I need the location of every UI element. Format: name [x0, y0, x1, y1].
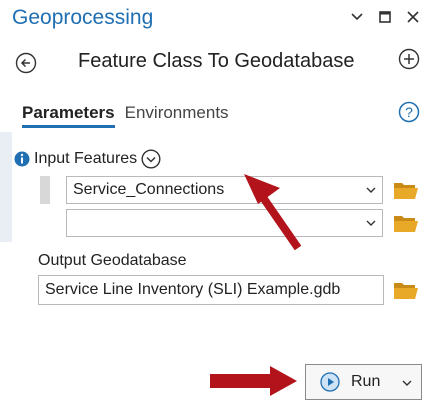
tab-environments[interactable]: Environments: [125, 103, 229, 128]
back-arrow-icon[interactable]: [14, 51, 38, 75]
input-features-value-1: Service_Connections: [73, 181, 225, 198]
input-features-label: Input Features: [34, 150, 138, 167]
left-edge-strip: [0, 132, 12, 242]
pane-title: Geoprocessing: [12, 6, 154, 29]
folder-icon[interactable]: [393, 279, 419, 301]
info-icon[interactable]: [14, 151, 30, 167]
window-controls: [348, 8, 422, 26]
tool-header: Feature Class To Geodatabase: [14, 48, 422, 78]
geoprocessing-pane: Geoprocessing Feature Class To Geodataba…: [0, 0, 422, 404]
input-features-combo-1[interactable]: Service_Connections: [66, 176, 383, 204]
folder-icon[interactable]: [393, 212, 419, 234]
play-icon: [320, 372, 340, 392]
restore-icon[interactable]: [376, 8, 394, 26]
chevron-down-icon[interactable]: [364, 216, 378, 230]
input-features-label-row: Input Features: [14, 149, 161, 169]
output-geodatabase-field[interactable]: Service Line Inventory (SLI) Example.gdb: [38, 275, 384, 305]
folder-icon[interactable]: [393, 179, 419, 201]
help-icon[interactable]: ?: [398, 101, 422, 125]
chevron-down-icon[interactable]: [348, 8, 366, 26]
chevron-down-circle-icon[interactable]: [141, 149, 161, 169]
chevron-down-icon[interactable]: [401, 376, 413, 388]
tab-parameters[interactable]: Parameters: [22, 103, 115, 128]
output-geodatabase-label: Output Geodatabase: [38, 252, 187, 269]
annotation-arrow-run: [210, 366, 297, 396]
tool-title: Feature Class To Geodatabase: [78, 50, 355, 72]
close-icon[interactable]: [404, 8, 422, 26]
svg-text:?: ?: [405, 104, 413, 120]
run-button[interactable]: Run: [305, 364, 422, 400]
row-grip[interactable]: [40, 176, 50, 204]
output-geodatabase-value: Service Line Inventory (SLI) Example.gdb: [45, 281, 341, 298]
run-label: Run: [351, 373, 381, 390]
chevron-down-icon[interactable]: [364, 183, 378, 197]
input-features-combo-2[interactable]: [66, 209, 383, 237]
add-circle-icon[interactable]: [398, 48, 422, 72]
tab-strip: Parameters Environments: [22, 103, 229, 128]
